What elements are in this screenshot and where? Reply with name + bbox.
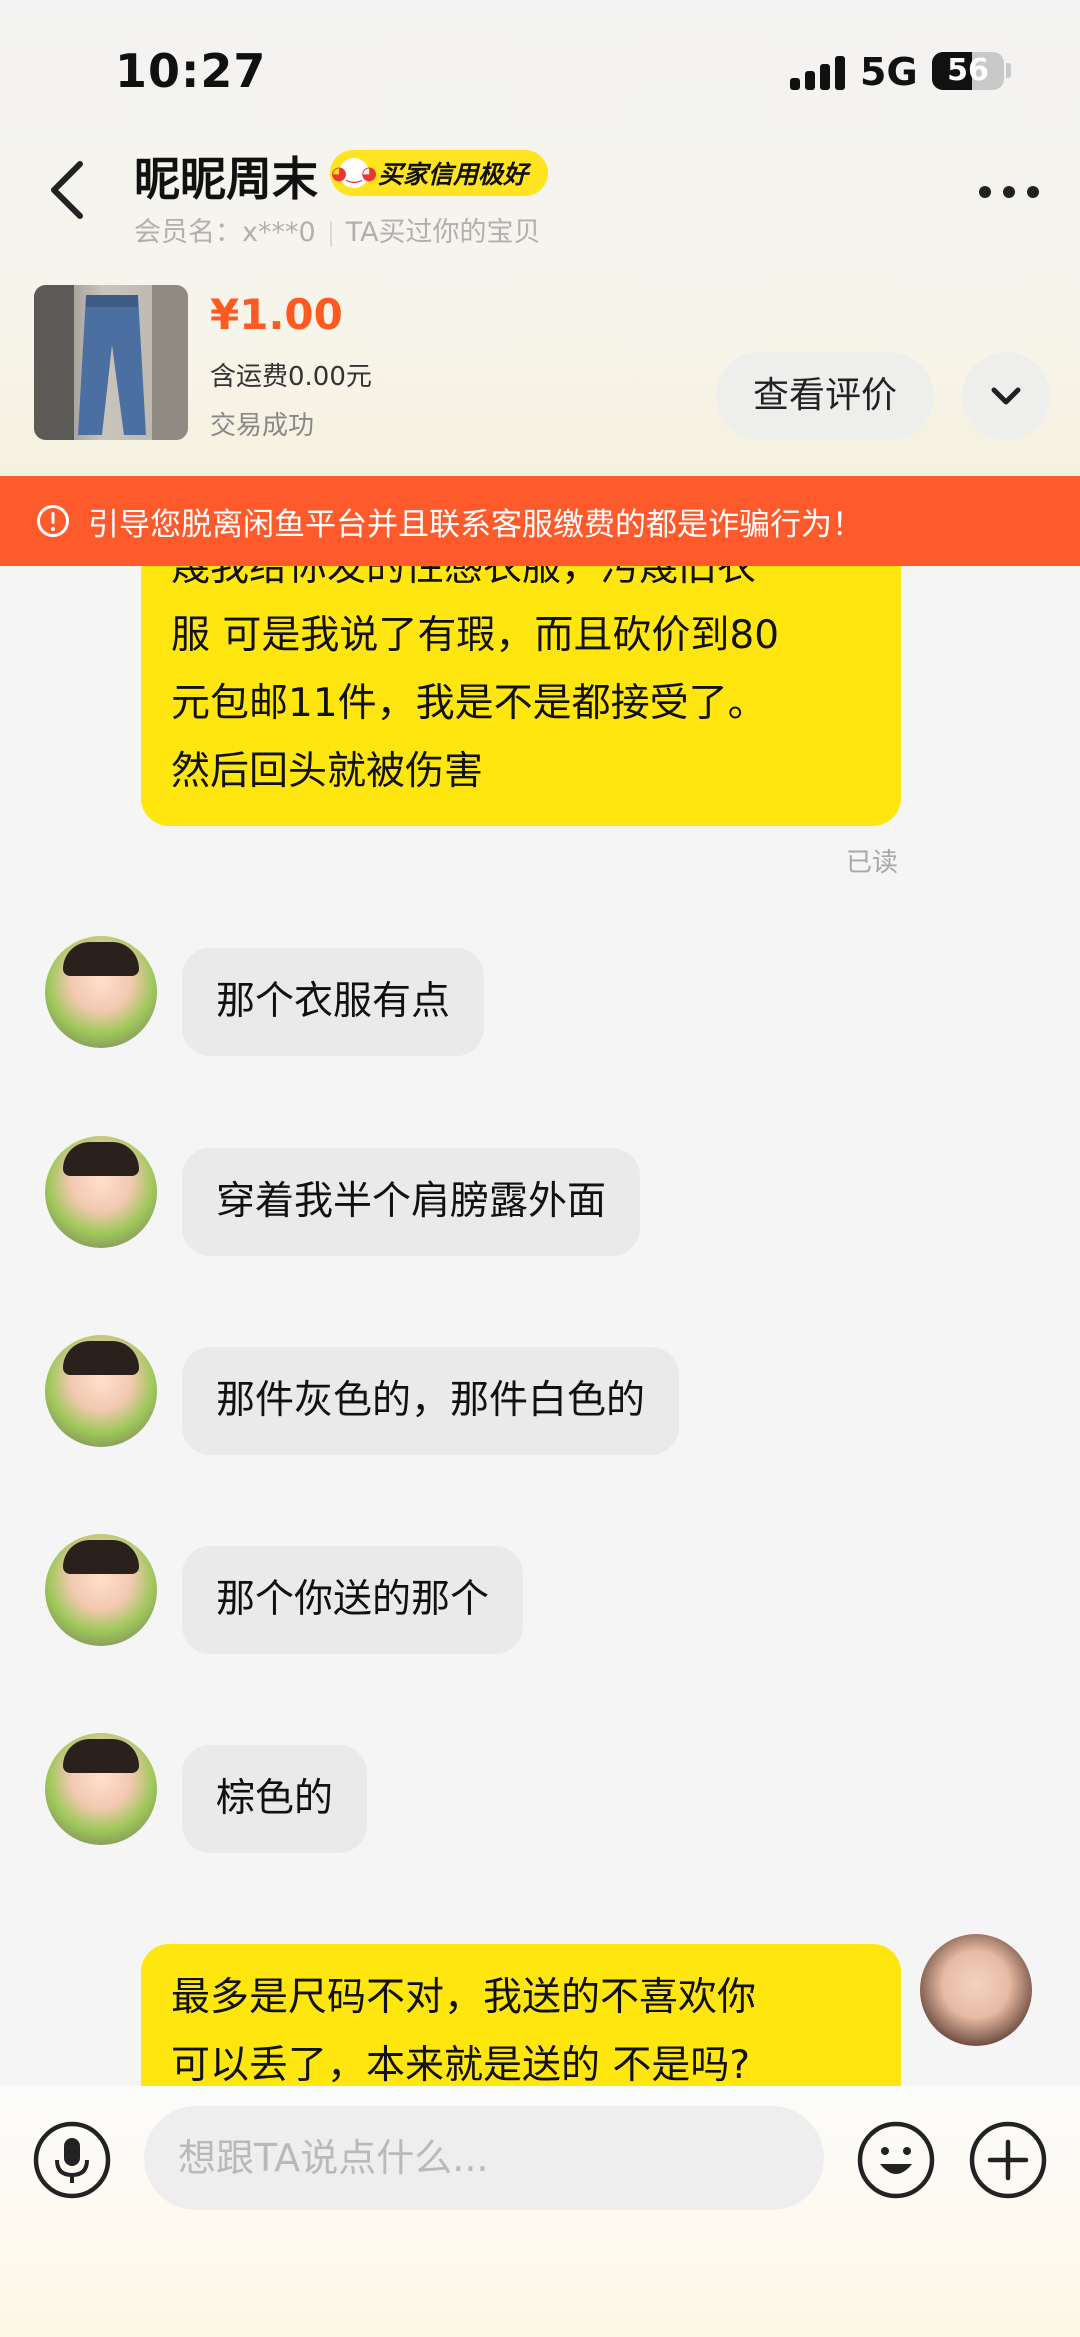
divider (329, 220, 332, 247)
message-line: 蔑我给你发的性感衣服，污蔑旧衣 (171, 566, 757, 590)
avatar[interactable] (920, 1934, 1032, 2046)
message-bubble-received[interactable]: 穿着我半个肩膀露外面 (182, 1148, 641, 1256)
chat-title[interactable]: 昵昵周末 (134, 143, 318, 209)
microphone-icon (33, 2121, 111, 2199)
plus-icon (969, 2121, 1047, 2199)
relation-label: TA买过你的宝贝 (345, 217, 541, 248)
more-button[interactable] (975, 172, 1045, 212)
input-bar (0, 2086, 1080, 2337)
message-bubble-received[interactable]: 那件灰色的，那件白色的 (182, 1347, 680, 1455)
avatar[interactable] (45, 1335, 157, 1447)
message-line: 然后回头就被伤害 (171, 749, 484, 794)
message-bubble-received[interactable]: 棕色的 (182, 1745, 368, 1853)
more-dots-icon (979, 186, 991, 198)
fraud-warning-banner: 引导您脱离闲鱼平台并且联系客服缴费的都是诈骗行为！ (0, 476, 1080, 566)
shipping-fee: 含运费0.00元 (210, 362, 372, 392)
message-bubble-received[interactable]: 那个衣服有点 (182, 948, 485, 1056)
message-line: 元包邮11件，我是不是都接受了。 (171, 681, 767, 726)
avatar[interactable] (45, 1733, 157, 1845)
chevron-down-icon (991, 387, 1021, 405)
avatar[interactable] (45, 1136, 157, 1248)
alert-circle-icon (37, 505, 69, 537)
read-status: 已读 (846, 848, 899, 878)
credit-badge[interactable]: ◕‿◕ 买家信用极好 (330, 150, 548, 196)
message-bubble-sent[interactable]: 蔑我给你发的性感衣服，污蔑旧衣 服 可是我说了有瑕，而且砍价到80 元包邮11件… (141, 566, 901, 826)
signal-icon (790, 56, 846, 90)
battery-tip (1006, 63, 1011, 78)
avatar[interactable] (45, 936, 157, 1048)
warning-text: 引导您脱离闲鱼平台并且联系客服缴费的都是诈骗行为！ (88, 506, 863, 543)
network-label: 5G (860, 50, 918, 94)
emoji-button[interactable] (856, 2120, 936, 2200)
message-line: 最多是尺码不对，我送的不喜欢你 (171, 1975, 757, 2020)
expand-button[interactable] (962, 352, 1050, 440)
product-thumbnail[interactable] (34, 285, 188, 440)
chat-messages[interactable]: 蔑我给你发的性感衣服，污蔑旧衣 服 可是我说了有瑕，而且砍价到80 元包邮11件… (0, 566, 1080, 2086)
jeans-image (34, 285, 188, 440)
battery-icon: 56 (932, 52, 1004, 90)
credit-badge-label: 买家信用极好 (378, 160, 529, 189)
view-review-button[interactable]: 查看评价 (716, 352, 934, 440)
back-button[interactable] (40, 150, 100, 230)
avatar[interactable] (45, 1534, 157, 1646)
trade-status: 交易成功 (210, 411, 315, 441)
member-name: 会员名：x***0 (134, 217, 316, 248)
voice-button[interactable] (32, 2120, 112, 2200)
emoji-icon (857, 2121, 935, 2199)
message-input[interactable] (144, 2106, 824, 2210)
product-price: ¥1.00 (210, 290, 343, 339)
message-bubble-received[interactable]: 那个你送的那个 (182, 1546, 524, 1654)
smile-face-icon: ◕‿◕ (331, 155, 377, 191)
message-line: 可以丢了，本来就是送的 不是吗? (171, 2043, 751, 2086)
chevron-left-icon (51, 161, 83, 219)
status-time: 10:27 (115, 44, 267, 98)
chat-subtitle: 会员名：x***0 TA买过你的宝贝 (134, 210, 541, 249)
battery-level: 56 (947, 53, 989, 88)
message-line: 服 可是我说了有瑕，而且砍价到80 (171, 613, 780, 658)
message-bubble-sent[interactable]: 最多是尺码不对，我送的不喜欢你 可以丢了，本来就是送的 不是吗? (141, 1944, 901, 2086)
plus-button[interactable] (968, 2120, 1048, 2200)
status-bar: 10:27 5G 56 (0, 0, 1080, 140)
